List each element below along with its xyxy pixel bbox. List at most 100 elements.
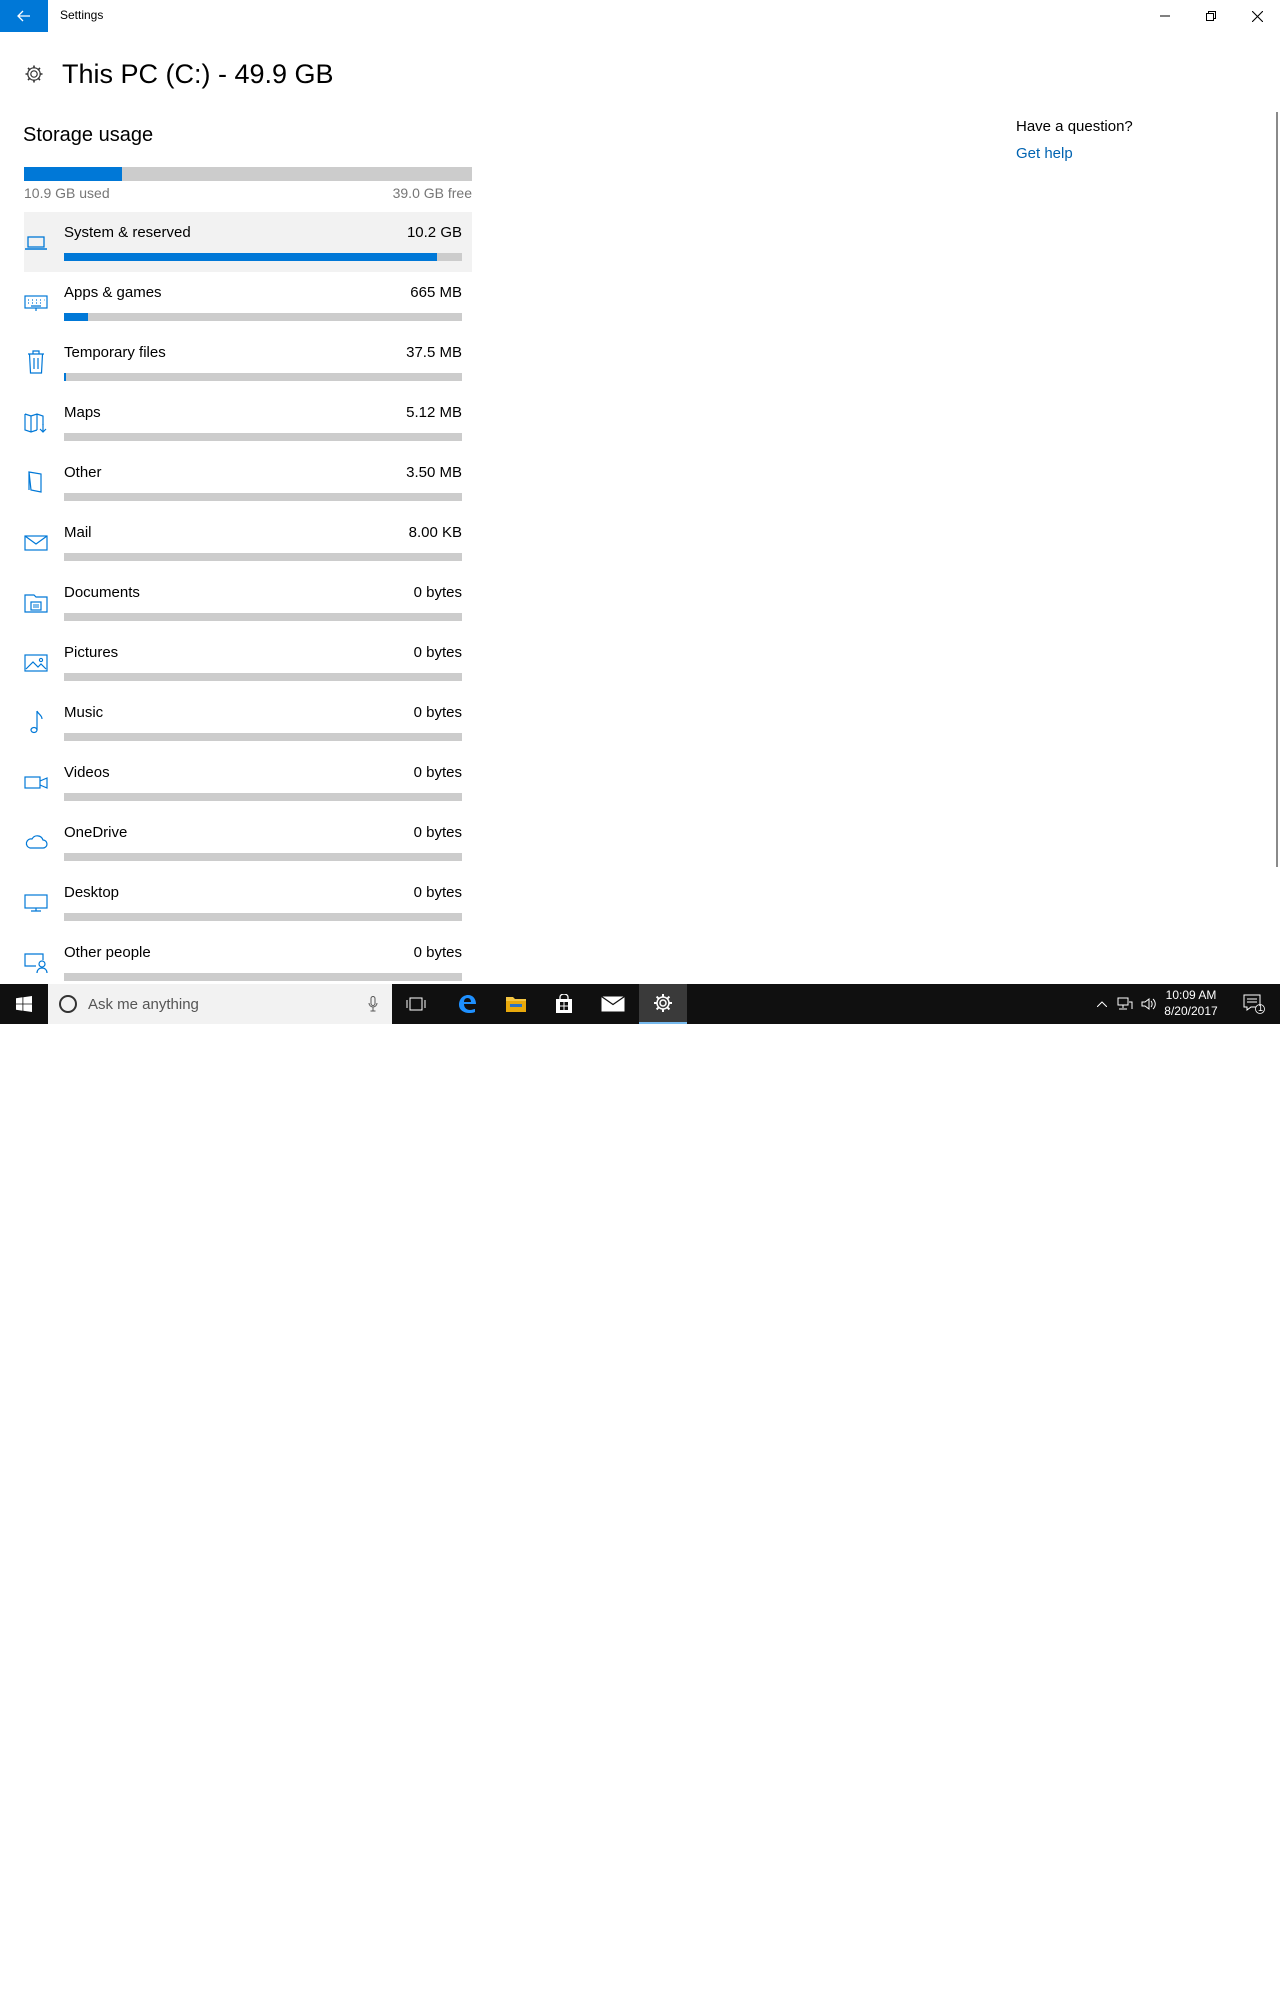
- taskbar: Ask me anything TheCollectionBook 10:09 …: [0, 984, 1280, 2003]
- category-bar: [64, 373, 462, 381]
- category-size: 0 bytes: [413, 644, 462, 661]
- category-label: Temporary files: [64, 344, 166, 361]
- category-apps-games[interactable]: Apps & games 665 MB: [24, 272, 472, 332]
- store-bag-icon: [556, 994, 572, 1013]
- category-label: Desktop: [64, 884, 120, 901]
- monitor-icon: [24, 894, 48, 912]
- category-label: Other: [64, 464, 102, 481]
- category-label: Apps & games: [64, 284, 162, 301]
- other-file-icon: [28, 471, 42, 493]
- help-panel: Have a question? Get help: [1016, 118, 1133, 162]
- page-header: This PC (C:) - 49.9 GB: [24, 56, 334, 92]
- category-mail[interactable]: Mail 8.00 KB: [24, 512, 472, 572]
- gear-icon: [25, 65, 43, 83]
- network-tray-icon-button[interactable]: [1114, 984, 1136, 1024]
- used-label: 10.9 GB used: [24, 185, 110, 201]
- category-label: Pictures: [64, 644, 119, 661]
- category-documents[interactable]: Documents 0 bytes: [24, 572, 472, 632]
- restore-button[interactable]: [1188, 0, 1234, 32]
- category-pictures[interactable]: Pictures 0 bytes: [24, 632, 472, 692]
- video-camera-icon: [24, 776, 48, 789]
- edge-browser-icon: [459, 995, 476, 1013]
- mail-icon: [24, 535, 48, 551]
- cortana-circle-icon: [59, 995, 77, 1013]
- category-bar: [64, 313, 462, 321]
- category-bar: [64, 913, 462, 921]
- category-bar: [64, 433, 462, 441]
- category-bar: [64, 853, 462, 861]
- category-other[interactable]: Other 3.50 MB: [24, 452, 472, 512]
- tray-clock[interactable]: 10:09 AM 8/20/2017: [1160, 987, 1222, 1019]
- category-bar-fill: [64, 373, 66, 381]
- category-system-reserved[interactable]: System & reserved 10.2 GB: [24, 212, 472, 272]
- search-placeholder: Ask me anything: [88, 995, 199, 1013]
- category-label: Mail: [64, 524, 92, 541]
- watermark: TheCollectionBook: [1030, 1970, 1260, 2006]
- taskbar-mail[interactable]: [589, 984, 637, 1024]
- cortana-search-box[interactable]: Ask me anything: [48, 984, 392, 1024]
- total-usage-bar: [24, 167, 472, 181]
- back-arrow-icon: [17, 10, 30, 22]
- category-onedrive[interactable]: OneDrive 0 bytes: [24, 812, 472, 872]
- category-bar-fill: [64, 253, 438, 261]
- mail-app-icon: [601, 996, 625, 1012]
- category-videos[interactable]: Videos 0 bytes: [24, 752, 472, 812]
- task-view-icon: [406, 997, 426, 1011]
- show-hidden-icons-button[interactable]: [1092, 984, 1112, 1024]
- category-size: 0 bytes: [413, 824, 462, 841]
- keyboard-icon: [24, 295, 48, 311]
- help-question: Have a question?: [1016, 118, 1133, 135]
- notification-count: 1: [1258, 1003, 1264, 1013]
- category-size: 8.00 KB: [408, 524, 462, 541]
- minimize-icon: [1160, 15, 1170, 17]
- category-bar: [64, 673, 462, 681]
- vertical-scrollbar[interactable]: [1276, 112, 1278, 867]
- taskbar-edge[interactable]: [443, 984, 491, 1024]
- page-title: This PC (C:) - 49.9 GB: [62, 58, 334, 89]
- taskbar-store[interactable]: [540, 984, 588, 1024]
- close-button[interactable]: [1234, 0, 1280, 32]
- clock-date: 8/20/2017: [1164, 1004, 1218, 1018]
- minimize-button[interactable]: [1142, 0, 1188, 32]
- category-size: 0 bytes: [413, 704, 462, 721]
- title-bar: Settings: [0, 0, 1280, 32]
- get-help-link[interactable]: Get help: [1016, 145, 1133, 162]
- category-bar: [64, 733, 462, 741]
- task-view-button[interactable]: [396, 984, 436, 1024]
- watermark-text: TheCollectionBook: [1090, 1978, 1233, 1997]
- category-size: 665 MB: [410, 284, 462, 301]
- category-label: Maps: [64, 404, 101, 421]
- category-maps[interactable]: Maps 5.12 MB: [24, 392, 472, 452]
- category-bar: [64, 553, 462, 561]
- chevron-up-icon: [1097, 1001, 1107, 1007]
- category-label: Other people: [64, 944, 151, 961]
- start-button[interactable]: [0, 984, 48, 1024]
- category-music[interactable]: Music 0 bytes: [24, 692, 472, 752]
- microphone-icon[interactable]: [368, 996, 378, 1012]
- action-center-button[interactable]: 1: [1232, 984, 1276, 1024]
- settings-gear-icon: [654, 994, 672, 1012]
- category-label: OneDrive: [64, 824, 128, 841]
- windows-logo-icon: [16, 996, 32, 1012]
- volume-tray-button[interactable]: [1138, 984, 1160, 1024]
- folder-icon: [506, 997, 526, 1012]
- section-title: Storage usage: [23, 124, 154, 146]
- category-bar: [64, 493, 462, 501]
- category-size: 0 bytes: [413, 584, 462, 601]
- category-size: 37.5 MB: [406, 344, 462, 361]
- category-bar-fill: [64, 313, 89, 321]
- category-desktop[interactable]: Desktop 0 bytes: [24, 872, 472, 932]
- back-button[interactable]: [0, 0, 48, 32]
- category-temporary-files[interactable]: Temporary files 37.5 MB: [24, 332, 472, 392]
- cloud-icon: [25, 835, 48, 849]
- category-size: 5.12 MB: [406, 404, 462, 421]
- category-size: 0 bytes: [413, 944, 462, 961]
- category-size: 3.50 MB: [406, 464, 462, 481]
- category-bar: [64, 793, 462, 801]
- music-note-icon: [30, 710, 43, 734]
- category-label: Documents: [64, 584, 140, 601]
- taskbar-file-explorer[interactable]: [492, 984, 540, 1024]
- taskbar-settings[interactable]: [639, 984, 687, 1024]
- restore-icon: [1206, 11, 1216, 21]
- category-other-people[interactable]: Other people 0 bytes: [24, 932, 472, 992]
